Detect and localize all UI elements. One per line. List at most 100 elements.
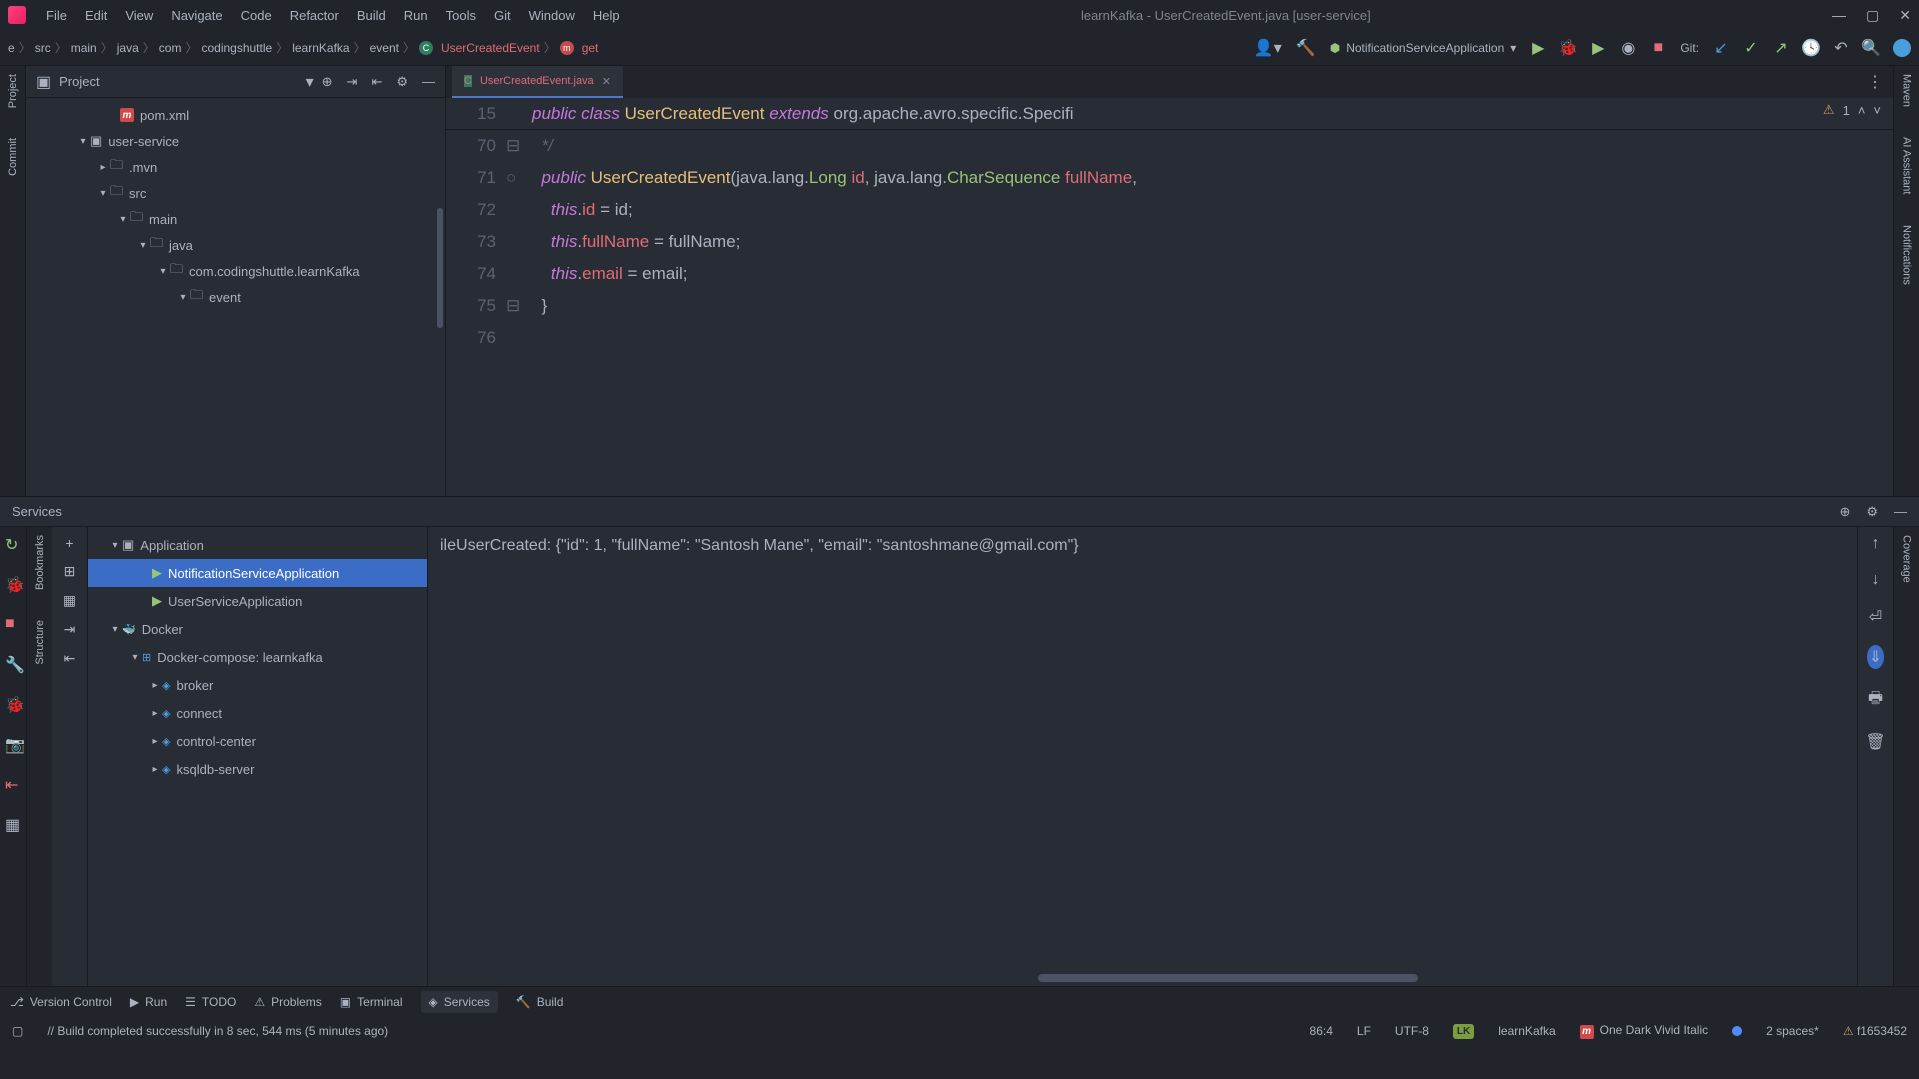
avatar-icon[interactable] [1893, 39, 1911, 57]
services-tree-row[interactable]: ▶NotificationServiceApplication [88, 559, 427, 587]
profile-icon[interactable]: ◉ [1620, 40, 1636, 56]
menu-view[interactable]: View [125, 8, 153, 23]
git-rollback-icon[interactable]: ↶ [1833, 40, 1849, 56]
tree-row[interactable]: ▾🗀java [26, 232, 445, 258]
hide-icon[interactable]: — [1894, 504, 1907, 520]
bookmarks-tool-button[interactable]: Bookmarks [34, 535, 46, 590]
menu-refactor[interactable]: Refactor [290, 8, 339, 23]
indent-info[interactable]: 2 spaces* [1766, 1024, 1819, 1038]
maximize-icon[interactable]: ▢ [1866, 7, 1879, 24]
gear-icon[interactable]: ⚙ [396, 74, 408, 90]
up-icon[interactable]: ↑ [1872, 535, 1880, 553]
tree-row[interactable]: ▾🗀com.codingshuttle.learnKafka [26, 258, 445, 284]
debug-icon[interactable]: 🐞 [1560, 40, 1576, 56]
services-tree-row[interactable]: ▾🐳Docker [88, 615, 427, 643]
tree-row[interactable]: mpom.xml [26, 102, 445, 128]
exit-icon[interactable]: ⇤ [5, 775, 21, 791]
services-tree-row[interactable]: ▸◈ksqldb-server [88, 755, 427, 783]
run-config-selector[interactable]: ⬢ NotificationServiceApplication ▾ [1330, 41, 1517, 55]
editor-tab[interactable]: C UserCreatedEvent.java ✕ [452, 66, 623, 98]
collapse-icon[interactable]: ⇤ [64, 650, 76, 667]
clear-icon[interactable]: 🗑 [1865, 732, 1885, 752]
services-tree[interactable]: ▾▣Application▶NotificationServiceApplica… [88, 527, 428, 986]
chevron-down-icon[interactable]: ▾ [306, 72, 314, 92]
services-console[interactable]: ileUserCreated: {"id": 1, "fullName": "S… [428, 527, 1857, 986]
run-icon[interactable]: ▶ [1530, 40, 1546, 56]
tree-row[interactable]: ▸🗀.mvn [26, 154, 445, 180]
debug-icon[interactable]: 🐞 [5, 575, 21, 591]
code-with-me-icon[interactable]: 👤▾ [1254, 38, 1282, 58]
stop-icon[interactable]: ■ [1650, 40, 1666, 56]
git-history-icon[interactable]: 🕓 [1803, 40, 1819, 56]
print-icon[interactable]: 🖶 [1868, 687, 1883, 714]
stop-icon[interactable]: ■ [5, 615, 21, 631]
select-opened-file-icon[interactable]: ⊕ [322, 74, 333, 90]
line-separator[interactable]: LF [1357, 1024, 1371, 1038]
ai-assistant-tool-button[interactable]: AI Assistant [1901, 137, 1913, 194]
close-icon[interactable]: ✕ [1899, 7, 1911, 24]
sticky-scroll-header[interactable]: 15 public class UserCreatedEvent extends… [446, 98, 1893, 130]
minimize-icon[interactable]: — [1832, 7, 1846, 24]
project-title[interactable]: Project [59, 74, 297, 89]
menu-run[interactable]: Run [404, 8, 428, 23]
code-area[interactable]: */ public UserCreatedEvent(java.lang.Lon… [526, 130, 1893, 496]
menu-build[interactable]: Build [357, 8, 386, 23]
services-tree-row[interactable]: ▾⊞Docker-compose: learnkafka [88, 643, 427, 671]
tree-row[interactable]: ▾🗀src [26, 180, 445, 206]
problems-button[interactable]: ⚠Problems [254, 995, 321, 1009]
scroll-end-icon[interactable]: ⇓ [1867, 645, 1884, 669]
services-tree-row[interactable]: ▸◈control-center [88, 727, 427, 755]
notifications-tool-button[interactable]: Notifications [1901, 225, 1913, 285]
structure-tool-button[interactable]: Structure [34, 620, 46, 665]
tab-options-icon[interactable]: ⋮ [1867, 72, 1893, 92]
git-commit-icon[interactable]: ✓ [1743, 40, 1759, 56]
services-tree-row[interactable]: ▶UserServiceApplication [88, 587, 427, 615]
terminal-button[interactable]: ▣Terminal [340, 995, 403, 1009]
warning-icon[interactable]: ⚠ [1823, 102, 1835, 118]
todo-button[interactable]: ☰TODO [185, 995, 236, 1009]
gear-icon[interactable]: ⚙ [1866, 504, 1878, 520]
coverage-icon[interactable]: ▶ [1590, 40, 1606, 56]
git-branch[interactable]: learnKafka [1498, 1024, 1555, 1038]
tree-row[interactable]: ▾🗀event [26, 284, 445, 310]
caret-position[interactable]: 86:4 [1310, 1024, 1333, 1038]
menu-git[interactable]: Git [494, 8, 511, 23]
services-tree-row[interactable]: ▸◈broker [88, 671, 427, 699]
close-tab-icon[interactable]: ✕ [602, 75, 611, 88]
wrench-icon[interactable]: 🔧 [5, 655, 21, 671]
status-dot-icon[interactable] [1732, 1026, 1742, 1036]
prev-highlight-icon[interactable]: ˄ [1858, 103, 1866, 118]
menu-code[interactable]: Code [241, 8, 272, 23]
menu-navigate[interactable]: Navigate [171, 8, 222, 23]
search-icon[interactable]: 🔍 [1863, 40, 1879, 56]
menu-window[interactable]: Window [529, 8, 575, 23]
next-highlight-icon[interactable]: ˅ [1873, 103, 1881, 118]
menu-file[interactable]: File [46, 8, 67, 23]
menu-help[interactable]: Help [593, 8, 620, 23]
services-button[interactable]: ◈Services [421, 991, 498, 1013]
project-tool-button[interactable]: Project [7, 74, 19, 108]
build-button[interactable]: 🔨Build [516, 995, 564, 1009]
version-control-button[interactable]: ⎇Version Control [10, 995, 112, 1009]
collapse-all-icon[interactable]: ⇤ [371, 74, 382, 90]
menu-tools[interactable]: Tools [446, 8, 476, 23]
theme-name[interactable]: mOne Dark Vivid Italic [1580, 1023, 1709, 1039]
soft-wrap-icon[interactable]: ⏎ [1869, 607, 1882, 627]
expand-icon[interactable]: ⇥ [64, 621, 76, 638]
hide-icon[interactable]: — [422, 74, 435, 90]
git-update-icon[interactable]: ↙ [1713, 40, 1729, 56]
add-icon[interactable]: + [65, 535, 73, 551]
down-icon[interactable]: ↓ [1872, 571, 1880, 589]
debug2-icon[interactable]: 🐞 [5, 695, 21, 711]
maven-tool-button[interactable]: Maven [1901, 74, 1913, 107]
git-push-icon[interactable]: ↗ [1773, 40, 1789, 56]
scrollbar-thumb[interactable] [1038, 974, 1418, 982]
commit-tool-button[interactable]: Commit [7, 138, 19, 176]
layout-icon[interactable]: ▦ [5, 815, 21, 831]
group-icon[interactable]: ⊞ [64, 563, 76, 580]
tool-window-icon[interactable]: ▢ [12, 1024, 23, 1038]
filter-icon[interactable]: ▦ [63, 592, 76, 609]
coverage-tool-button[interactable]: Coverage [1901, 535, 1913, 583]
rerun-icon[interactable]: ↻ [5, 535, 21, 551]
fold-gutter[interactable]: ⊟○ ⊟ [506, 130, 526, 496]
